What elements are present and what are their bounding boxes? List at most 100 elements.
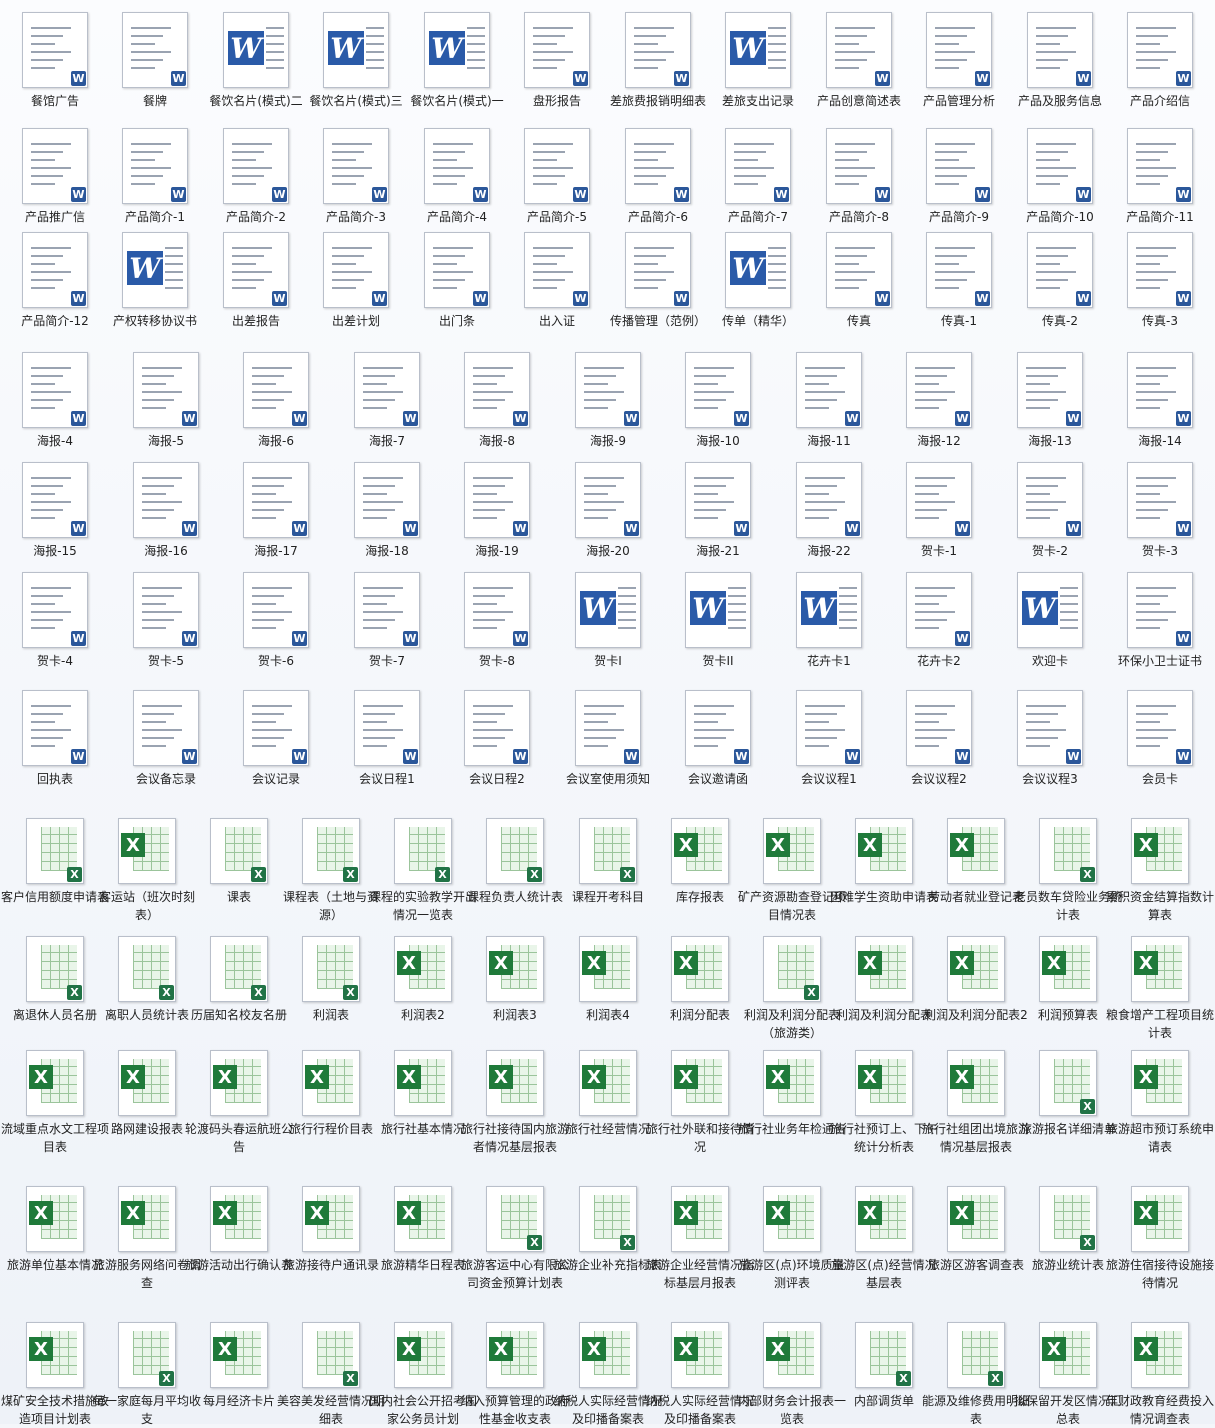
word-file-item[interactable]: W 出门条: [402, 232, 512, 330]
word-file-item[interactable]: W 海报-18: [332, 462, 442, 560]
word-file-item[interactable]: W 会议日程1: [332, 690, 442, 788]
word-file-item[interactable]: W 传真: [804, 232, 914, 330]
word-file-item[interactable]: W 产品简介-12: [0, 232, 110, 330]
word-badge-icon: W: [272, 187, 287, 202]
word-file-item[interactable]: W 海报-10: [663, 352, 773, 450]
file-name-label: 产品简介-7: [728, 210, 788, 224]
word-file-item[interactable]: W 花卉卡2: [884, 572, 994, 670]
word-file-item[interactable]: W 产品简介-8: [804, 128, 914, 226]
word-file-item[interactable]: W 产权转移协议书: [100, 232, 210, 330]
word-file-item[interactable]: W 产品介绍信: [1105, 12, 1215, 110]
word-page-preview-icon: W: [575, 690, 641, 766]
excel-document-icon: X: [210, 1050, 268, 1116]
word-file-item[interactable]: W 海报-17: [221, 462, 331, 560]
word-badge-icon: W: [1076, 187, 1091, 202]
word-file-item[interactable]: W 产品简介-4: [402, 128, 512, 226]
excel-file-item[interactable]: X 年财政教育经费投入情况调查表: [1105, 1322, 1215, 1428]
word-file-item[interactable]: W 传真-3: [1105, 232, 1215, 330]
word-file-item[interactable]: W 产品简介-5: [502, 128, 612, 226]
word-file-item[interactable]: W 海报-20: [553, 462, 663, 560]
excel-badge-icon: X: [527, 1235, 542, 1250]
word-file-item[interactable]: W 会议邀请函: [663, 690, 773, 788]
word-file-item[interactable]: W 花卉卡1: [774, 572, 884, 670]
word-file-item[interactable]: W 产品推广信: [0, 128, 110, 226]
word-file-item[interactable]: W 产品简介-11: [1105, 128, 1215, 226]
word-file-item[interactable]: W 产品简介-6: [603, 128, 713, 226]
word-file-item[interactable]: W 差旅支出记录: [703, 12, 813, 110]
word-file-item[interactable]: W 产品简介-1: [100, 128, 210, 226]
word-badge-icon: W: [573, 291, 588, 306]
word-file-item[interactable]: W 差旅费报销明细表: [603, 12, 713, 110]
word-file-item[interactable]: W 海报-19: [442, 462, 552, 560]
excel-file-item[interactable]: X 旅游超市预订系统申请表: [1105, 1050, 1215, 1156]
word-file-item[interactable]: W 产品简介-7: [703, 128, 813, 226]
word-file-item[interactable]: W 产品及服务信息: [1005, 12, 1115, 110]
word-file-item[interactable]: W 会员卡: [1105, 690, 1215, 788]
word-file-item[interactable]: W 贺卡-5: [111, 572, 221, 670]
word-file-item[interactable]: W 餐馆广告: [0, 12, 110, 110]
word-file-item[interactable]: W 传真-1: [904, 232, 1014, 330]
word-page-preview-icon: W: [122, 12, 188, 88]
word-file-item[interactable]: W 海报-13: [995, 352, 1105, 450]
word-file-item[interactable]: W 传真-2: [1005, 232, 1115, 330]
word-file-item[interactable]: W 产品简介-9: [904, 128, 1014, 226]
word-file-item[interactable]: W 餐饮名片(模式)三: [301, 12, 411, 110]
word-file-item[interactable]: W 传单（精华）: [703, 232, 813, 330]
word-file-item[interactable]: W 盘形报告: [502, 12, 612, 110]
word-file-item[interactable]: W 贺卡-3: [1105, 462, 1215, 560]
word-file-item[interactable]: W 贺卡I: [553, 572, 663, 670]
word-file-item[interactable]: W 海报-21: [663, 462, 773, 560]
word-file-item[interactable]: W 出差报告: [201, 232, 311, 330]
word-file-item[interactable]: W 贺卡-8: [442, 572, 552, 670]
word-file-item[interactable]: W 餐饮名片(模式)二: [201, 12, 311, 110]
word-file-item[interactable]: W 会议记录: [221, 690, 331, 788]
word-file-item[interactable]: W 贺卡-1: [884, 462, 994, 560]
word-file-item[interactable]: W 贺卡-6: [221, 572, 331, 670]
word-file-item[interactable]: W 海报-12: [884, 352, 994, 450]
word-badge-icon: W: [674, 187, 689, 202]
word-file-item[interactable]: W 产品简介-3: [301, 128, 411, 226]
word-file-item[interactable]: W 欢迎卡: [995, 572, 1105, 670]
word-file-item[interactable]: W 餐牌: [100, 12, 210, 110]
word-file-item[interactable]: W 会议议程3: [995, 690, 1105, 788]
word-file-item[interactable]: W 海报-5: [111, 352, 221, 450]
word-file-item[interactable]: W 海报-16: [111, 462, 221, 560]
word-file-item[interactable]: W 贺卡II: [663, 572, 773, 670]
word-file-item[interactable]: W 产品创意简述表: [804, 12, 914, 110]
word-file-item[interactable]: W 产品简介-2: [201, 128, 311, 226]
word-file-item[interactable]: W 会议议程2: [884, 690, 994, 788]
word-badge-icon: W: [71, 521, 86, 536]
word-file-item[interactable]: W 出入证: [502, 232, 612, 330]
word-file-item[interactable]: W 传播管理（范例）: [603, 232, 713, 330]
word-file-item[interactable]: W 回执表: [0, 690, 110, 788]
word-file-item[interactable]: W 餐饮名片(模式)一: [402, 12, 512, 110]
word-page-preview-icon: W: [796, 462, 862, 538]
file-name-label: 海报-5: [148, 434, 184, 448]
word-file-item[interactable]: W 环保小卫士证书: [1105, 572, 1215, 670]
word-file-item[interactable]: W 海报-22: [774, 462, 884, 560]
word-page-preview-icon: W: [133, 690, 199, 766]
word-file-item[interactable]: W 会议日程2: [442, 690, 552, 788]
word-file-item[interactable]: W 海报-9: [553, 352, 663, 450]
excel-file-item[interactable]: X 旅游住宿接待设施接待情况: [1105, 1186, 1215, 1292]
word-badge-icon: W: [292, 631, 307, 646]
word-file-item[interactable]: W 产品简介-10: [1005, 128, 1115, 226]
word-file-item[interactable]: W 海报-8: [442, 352, 552, 450]
word-file-item[interactable]: W 海报-6: [221, 352, 331, 450]
word-file-item[interactable]: W 会议备忘录: [111, 690, 221, 788]
word-file-item[interactable]: W 产品管理分析: [904, 12, 1014, 110]
word-file-item[interactable]: W 会议议程1: [774, 690, 884, 788]
excel-file-item[interactable]: X 累积资金结算指数计算表: [1105, 818, 1215, 924]
word-badge-icon: W: [674, 71, 689, 86]
word-file-item[interactable]: W 出差计划: [301, 232, 411, 330]
word-file-item[interactable]: W 海报-15: [0, 462, 110, 560]
word-file-item[interactable]: W 贺卡-7: [332, 572, 442, 670]
word-file-item[interactable]: W 贺卡-2: [995, 462, 1105, 560]
word-file-item[interactable]: W 海报-14: [1105, 352, 1215, 450]
word-file-item[interactable]: W 会议室使用须知: [553, 690, 663, 788]
excel-file-item[interactable]: X 粮食增产工程项目统计表: [1105, 936, 1215, 1042]
word-file-item[interactable]: W 贺卡-4: [0, 572, 110, 670]
word-file-item[interactable]: W 海报-4: [0, 352, 110, 450]
word-file-item[interactable]: W 海报-11: [774, 352, 884, 450]
word-file-item[interactable]: W 海报-7: [332, 352, 442, 450]
